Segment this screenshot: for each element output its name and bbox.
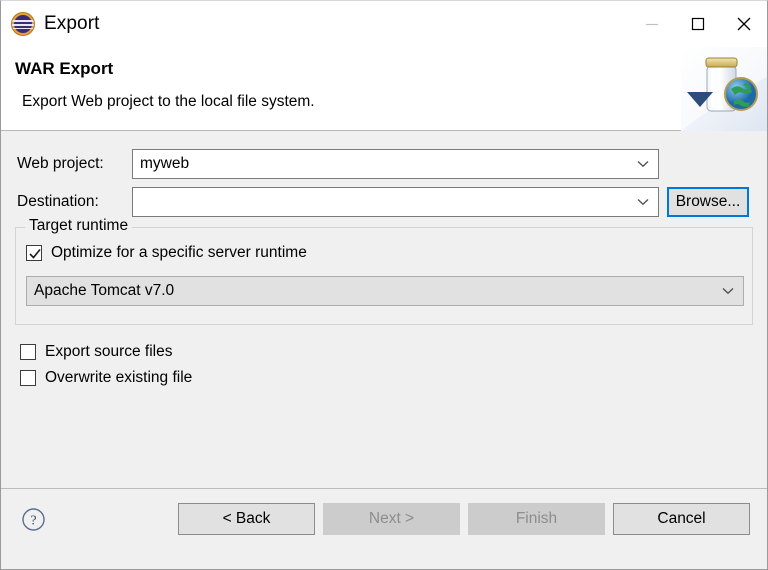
help-question-icon[interactable]: ? [21, 507, 46, 537]
destination-combo[interactable] [132, 187, 659, 217]
target-runtime-label: Target runtime [25, 217, 133, 235]
close-icon[interactable] [721, 1, 767, 47]
dialog-footer: ? < Back Next > Finish Cancel [1, 488, 767, 569]
export-dialog-window: Export WAR Export Export Web project to … [0, 0, 768, 570]
overwrite-existing-file-label: Overwrite existing file [45, 369, 193, 386]
optimize-runtime-label: Optimize for a specific server runtime [51, 244, 307, 261]
export-source-files-checkbox[interactable] [20, 344, 36, 360]
dialog-header: WAR Export Export Web project to the loc… [1, 47, 767, 131]
web-project-row: Web project: myweb [17, 149, 753, 179]
web-project-label: Web project: [17, 155, 104, 172]
finish-button: Finish [468, 503, 605, 535]
export-source-files-row[interactable]: Export source files [20, 343, 173, 361]
svg-text:?: ? [30, 514, 36, 529]
check-icon [29, 248, 41, 259]
dialog-body: Web project: myweb Destination: Browse..… [1, 131, 767, 488]
chevron-down-icon [637, 193, 649, 211]
window-title: Export [44, 13, 100, 34]
runtime-select[interactable]: Apache Tomcat v7.0 [26, 276, 744, 306]
web-project-combo[interactable]: myweb [132, 149, 659, 179]
overwrite-existing-file-checkbox[interactable] [20, 370, 36, 386]
eclipse-icon [12, 13, 34, 35]
overwrite-existing-file-row[interactable]: Overwrite existing file [20, 369, 192, 387]
chevron-down-icon [722, 282, 734, 300]
war-jar-globe-icon [681, 47, 767, 131]
web-project-value: myweb [140, 155, 190, 172]
chevron-down-icon [637, 155, 649, 173]
cancel-button[interactable]: Cancel [613, 503, 750, 535]
next-button: Next > [323, 503, 460, 535]
back-button[interactable]: < Back [178, 503, 315, 535]
destination-label: Destination: [17, 193, 99, 210]
optimize-runtime-checkbox[interactable] [26, 245, 42, 261]
minimize-icon[interactable] [629, 1, 675, 47]
runtime-select-value: Apache Tomcat v7.0 [34, 282, 175, 299]
optimize-runtime-checkbox-row[interactable]: Optimize for a specific server runtime [26, 244, 307, 262]
page-description: Export Web project to the local file sys… [22, 93, 315, 110]
maximize-icon[interactable] [675, 1, 721, 47]
window-controls [629, 1, 767, 47]
footer-button-bar: < Back Next > Finish Cancel [170, 503, 750, 535]
target-runtime-group: Target runtime Optimize for a specific s… [15, 217, 753, 325]
browse-button[interactable]: Browse... [667, 187, 749, 217]
destination-row: Destination: Browse... [17, 187, 753, 217]
export-source-files-label: Export source files [45, 343, 173, 360]
title-bar: Export [1, 1, 767, 47]
page-title: WAR Export [15, 59, 114, 78]
